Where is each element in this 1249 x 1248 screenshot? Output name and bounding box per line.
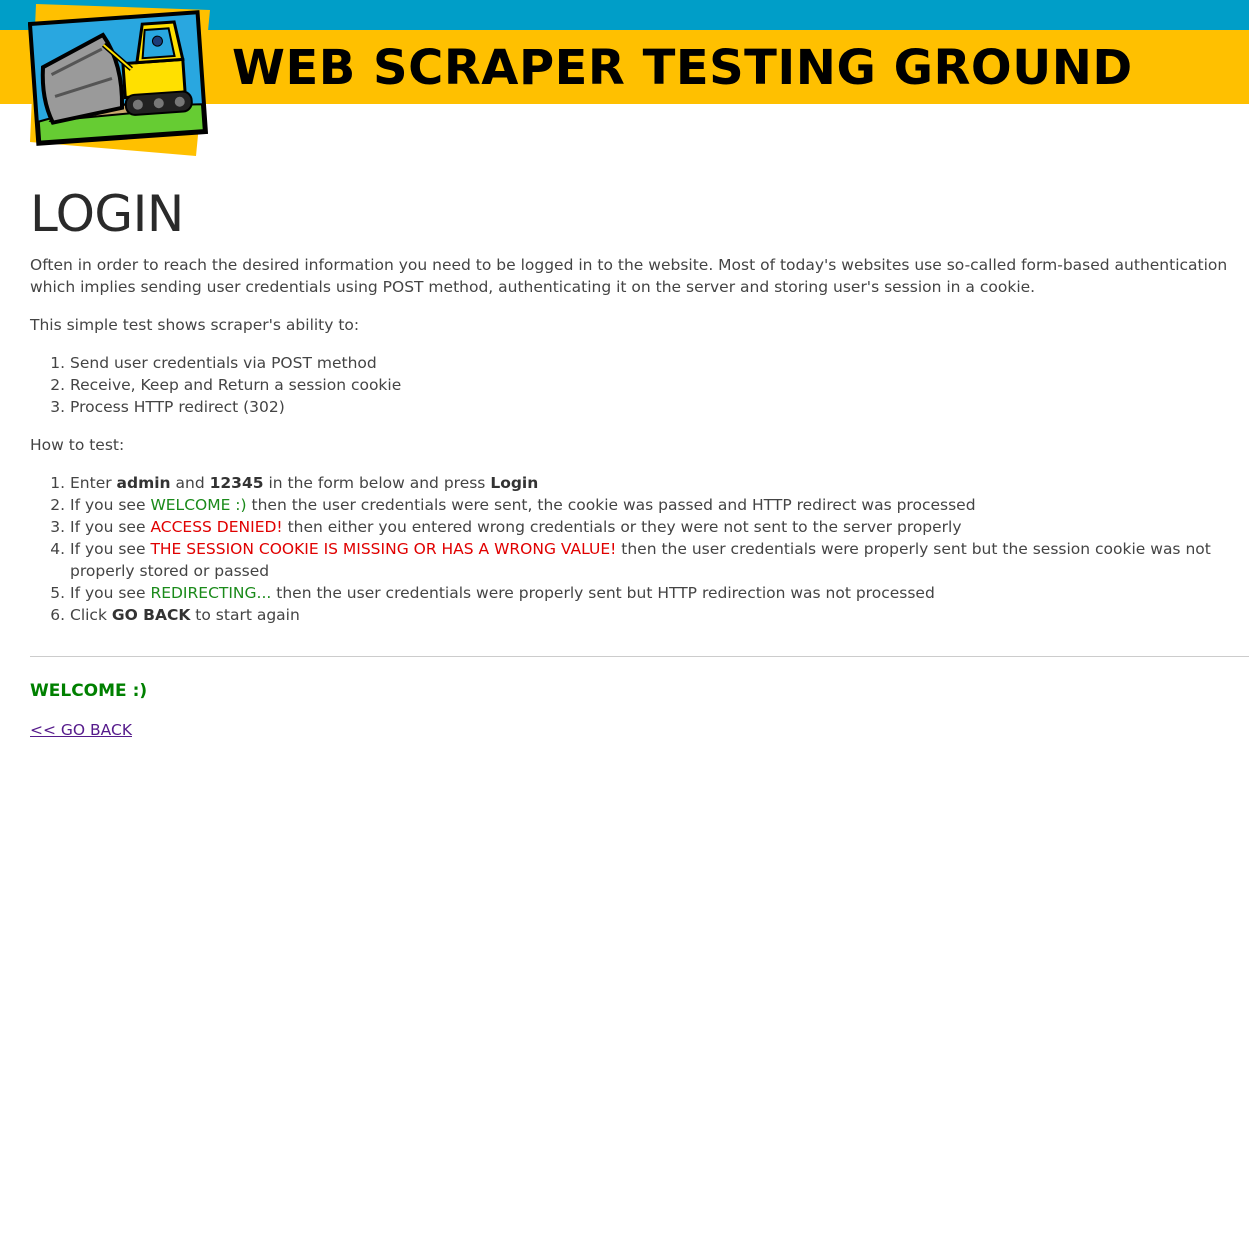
step-item: If you see ACCESS DENIED! then either yo…: [70, 516, 1235, 538]
step-text: Click: [70, 606, 112, 624]
step-text: Enter: [70, 474, 117, 492]
page-title: LOGIN: [30, 185, 184, 243]
abilities-list: Send user credentials via POST method Re…: [30, 352, 1235, 418]
main-content: LOGIN Often in order to reach the desire…: [30, 180, 1249, 739]
site-title: WEB SCRAPER TESTING GROUND: [232, 40, 1133, 96]
go-back-link[interactable]: << GO BACK: [30, 721, 132, 739]
intro-paragraph: Often in order to reach the desired info…: [30, 256, 1228, 296]
step-item: Click GO BACK to start again: [70, 604, 1235, 626]
how-to-lead: How to test:: [30, 436, 125, 454]
step-text: If you see: [70, 540, 151, 558]
step-item: If you see WELCOME :) then the user cred…: [70, 494, 1235, 516]
step-text: If you see: [70, 518, 151, 536]
list-item: Send user credentials via POST method: [70, 352, 1235, 374]
step-text: in the form below and press: [263, 474, 491, 492]
step-text: then the user credentials were sent, the…: [246, 496, 976, 514]
divider: [30, 656, 1249, 657]
step-text: and: [170, 474, 210, 492]
username-hint: admin: [116, 474, 171, 492]
list-item: Process HTTP redirect (302): [70, 396, 1235, 418]
step-text: If you see: [70, 584, 151, 602]
result-message: WELCOME :): [30, 681, 148, 701]
list-item: Receive, Keep and Return a session cooki…: [70, 374, 1235, 396]
redirecting-highlight: REDIRECTING...: [150, 584, 272, 602]
bulldozer-icon[interactable]: [27, 4, 210, 156]
cookie-missing-highlight: THE SESSION COOKIE IS MISSING OR HAS A W…: [150, 540, 617, 558]
step-item: Enter admin and 12345 in the form below …: [70, 472, 1235, 494]
access-denied-highlight: ACCESS DENIED!: [150, 518, 283, 536]
steps-list: Enter admin and 12345 in the form below …: [30, 472, 1235, 626]
step-item: If you see THE SESSION COOKIE IS MISSING…: [70, 538, 1235, 582]
step-text: to start again: [190, 606, 300, 624]
go-back-hint: GO BACK: [111, 606, 191, 624]
login-hint: Login: [490, 474, 539, 492]
step-text: If you see: [70, 496, 151, 514]
step-item: If you see REDIRECTING... then the user …: [70, 582, 1235, 604]
abilities-lead: This simple test shows scraper's ability…: [30, 316, 360, 334]
step-text: then the user credentials were properly …: [271, 584, 935, 602]
password-hint: 12345: [209, 474, 264, 492]
step-text: then either you entered wrong credential…: [282, 518, 962, 536]
welcome-highlight: WELCOME :): [150, 496, 247, 514]
